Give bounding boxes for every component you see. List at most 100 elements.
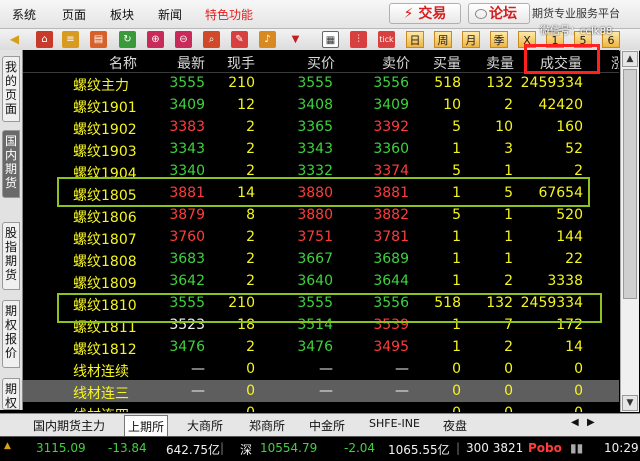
menu-system[interactable]: 系统 <box>12 6 36 23</box>
cell-bid-volume: 1 <box>452 273 461 289</box>
extra-quote: 300 3821 <box>466 441 524 455</box>
tab-scroll-left-icon[interactable]: ◀ <box>568 417 582 428</box>
table-row[interactable]: 螺纹1806 3879 8 3880 3882 5 1 520 <box>23 204 619 226</box>
table-row[interactable]: 螺纹1809 3642 2 3640 3644 1 2 3338 <box>23 270 619 292</box>
cell-bid: 3751 <box>297 229 333 245</box>
table-row[interactable]: 螺纹1902 3383 2 3365 3392 5 10 160 <box>23 116 619 138</box>
table-row[interactable]: 线材连四 — 0 — — 0 0 0 <box>23 402 619 412</box>
zoom-in-icon[interactable]: ⊕ <box>147 31 164 48</box>
table-row[interactable]: 螺纹主力 3555 210 3555 3556 518 132 2459334 <box>23 72 619 94</box>
zoom-out-icon[interactable]: ⊖ <box>175 31 192 48</box>
header-last[interactable]: 最新 <box>177 53 205 73</box>
quote-table: 名称 最新 现手 买价 卖价 买量 卖量 成交量 涨 螺纹主力 3555 210 35… <box>23 50 619 412</box>
tab-dce[interactable]: 大商所 <box>184 417 226 434</box>
cell-bid: 3343 <box>297 141 333 157</box>
sz-label: 深 <box>240 443 253 457</box>
cell-ask: 3882 <box>373 207 409 223</box>
chart-icon[interactable]: ⫶ <box>350 31 367 48</box>
forum-button[interactable]: 论坛 <box>468 3 530 24</box>
cell-bid-volume: 1 <box>452 229 461 245</box>
cell-hand: 2 <box>246 339 255 355</box>
cell-bid: 3408 <box>297 97 333 113</box>
quote-list-icon[interactable]: ▦ <box>322 31 339 48</box>
table-row[interactable]: 螺纹1808 3683 2 3667 3689 1 1 22 <box>23 248 619 270</box>
header-ask[interactable]: 卖价 <box>382 53 410 73</box>
header-hand[interactable]: 现手 <box>227 53 255 73</box>
header-name[interactable]: 名称 <box>109 53 137 73</box>
refresh-icon[interactable]: ↻ <box>119 31 136 48</box>
cell-volume: 160 <box>556 119 583 135</box>
status-bar: ▲ 3115.09 -13.84 642.75亿 | 深 10554.79 -2… <box>0 436 640 461</box>
cell-ask-volume: 3 <box>504 141 513 157</box>
weekly-button[interactable]: 周 <box>434 31 452 48</box>
side-tab-options-quotes[interactable]: 期权报价 <box>2 300 20 368</box>
vertical-scrollbar[interactable]: ▲ ▼ <box>620 50 639 412</box>
header-bid[interactable]: 买价 <box>307 53 335 73</box>
cell-bid: — <box>319 405 333 412</box>
daily-button[interactable]: 日 <box>406 31 424 48</box>
cell-volume: 14 <box>565 339 583 355</box>
table-row[interactable]: 螺纹1901 3409 12 3408 3409 10 2 42420 <box>23 94 619 116</box>
sh-turnover: 642.75亿 <box>166 443 220 457</box>
side-tab-index-futures[interactable]: 股指期货 <box>2 222 20 290</box>
cell-last: 3642 <box>169 273 205 289</box>
back-arrow-icon[interactable]: ◀ <box>6 31 23 48</box>
filter-icon[interactable]: ▼ <box>287 31 304 48</box>
menu-sector[interactable]: 板块 <box>110 6 134 23</box>
pobo-logo: Pobo <box>528 441 562 455</box>
alarm-icon[interactable]: ♪ <box>259 31 276 48</box>
side-tab-options-strategy[interactable]: 期权策略 <box>2 378 20 410</box>
cell-hand: 2 <box>246 229 255 245</box>
side-tab-domestic-futures[interactable]: 国内期货 <box>2 130 20 198</box>
cell-name: 线材连三 <box>73 386 129 402</box>
news-icon[interactable]: ▤ <box>90 31 107 48</box>
tab-cffex[interactable]: 中金所 <box>306 417 348 434</box>
sz-index-value: 10554.79 <box>260 441 318 455</box>
search-icon[interactable]: ⌕ <box>203 31 220 48</box>
tick-icon[interactable]: tick <box>378 31 395 48</box>
list-icon[interactable]: ≡ <box>62 31 79 48</box>
cell-volume: 520 <box>556 207 583 223</box>
exchange-tabs: 国内期货主力 上期所 大商所 郑商所 中金所 SHFE-INE 夜盘 ◀ ▶ <box>0 413 640 437</box>
header-change[interactable]: 涨 <box>611 53 619 73</box>
trade-button[interactable]: ⚡ 交易 <box>389 3 461 24</box>
tab-shfe[interactable]: 上期所 <box>124 415 169 437</box>
cell-last: — <box>191 361 205 377</box>
header-bid-volume[interactable]: 买量 <box>433 53 461 73</box>
cell-hand: 2 <box>246 141 255 157</box>
menu-page[interactable]: 页面 <box>62 6 86 23</box>
menu-special-features[interactable]: 特色功能 <box>205 6 253 23</box>
chat-icon <box>475 9 487 19</box>
table-row[interactable]: 螺纹1903 3343 2 3343 3360 1 3 52 <box>23 138 619 160</box>
pen-icon[interactable]: ✎ <box>231 31 248 48</box>
table-row[interactable]: 螺纹1812 3476 2 3476 3495 1 2 14 <box>23 336 619 358</box>
tab-czce[interactable]: 郑商所 <box>246 417 288 434</box>
cell-volume: 0 <box>574 361 583 377</box>
tab-shfe-ine[interactable]: SHFE-INE <box>366 417 423 430</box>
monthly-button[interactable]: 月 <box>462 31 480 48</box>
cell-volume: 0 <box>574 383 583 399</box>
cell-bid: 3667 <box>297 251 333 267</box>
row-1810-highlight-box <box>57 293 602 323</box>
table-row[interactable]: 螺纹1807 3760 2 3751 3781 1 1 144 <box>23 226 619 248</box>
header-ask-volume[interactable]: 卖量 <box>486 53 514 73</box>
cell-hand: 12 <box>237 97 255 113</box>
tab-scroll-right-icon[interactable]: ▶ <box>584 417 598 428</box>
side-tab-my-page[interactable]: 我的页面 <box>2 56 20 122</box>
scroll-down-icon[interactable]: ▼ <box>622 395 638 411</box>
cell-hand: 0 <box>246 383 255 399</box>
sz-turnover: 1065.55亿 <box>388 443 450 457</box>
tab-domestic-main[interactable]: 国内期货主力 <box>30 417 108 434</box>
scroll-up-icon[interactable]: ▲ <box>622 51 638 67</box>
scroll-thumb[interactable] <box>623 69 637 299</box>
cell-last: 3760 <box>169 229 205 245</box>
table-row[interactable]: 线材连续 — 0 — — 0 0 0 <box>23 358 619 380</box>
quarterly-button[interactable]: 季 <box>490 31 508 48</box>
tab-night-session[interactable]: 夜盘 <box>440 417 470 434</box>
sidebar: 我的页面 国内期货 股指期货 期权报价 期权策略 <box>0 50 23 410</box>
table-row[interactable]: 线材连三 — 0 — — 0 0 0 <box>23 380 619 402</box>
cell-hand: 0 <box>246 361 255 377</box>
menu-news[interactable]: 新闻 <box>158 6 182 23</box>
home-icon[interactable]: ⌂ <box>36 31 53 48</box>
cell-ask-volume: 2 <box>504 339 513 355</box>
